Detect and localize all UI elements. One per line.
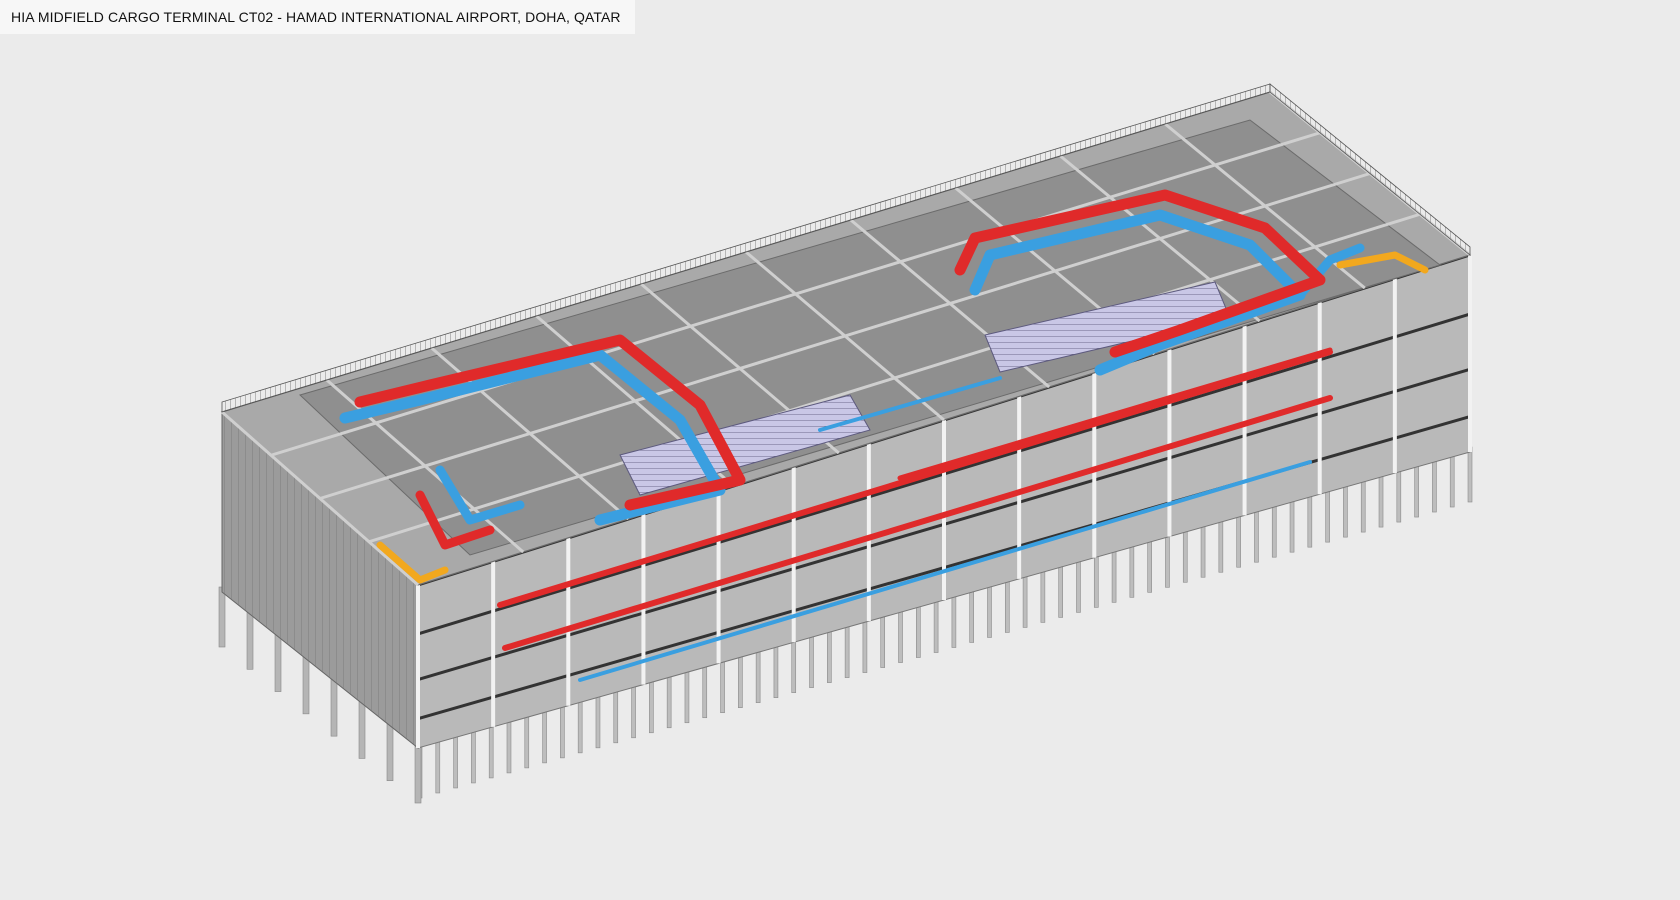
pile xyxy=(1325,486,1330,543)
pile xyxy=(1271,501,1277,558)
pile xyxy=(330,675,338,737)
pile xyxy=(809,632,814,688)
pile xyxy=(613,687,619,744)
pile xyxy=(631,682,636,739)
pile xyxy=(1182,526,1188,583)
pile xyxy=(1200,521,1206,578)
pile xyxy=(1076,557,1081,613)
pile xyxy=(358,698,366,759)
pile xyxy=(218,586,226,648)
pile xyxy=(720,657,725,714)
pile xyxy=(435,737,441,794)
pile xyxy=(302,653,310,715)
pile xyxy=(414,742,422,804)
pile xyxy=(1236,511,1241,568)
pile xyxy=(1396,466,1402,523)
pile xyxy=(524,712,530,769)
pile xyxy=(274,631,282,692)
isometric-building-model xyxy=(218,83,1473,804)
pile xyxy=(1040,567,1046,623)
pile xyxy=(1111,547,1117,603)
pile xyxy=(453,732,458,789)
pile xyxy=(844,622,850,678)
pile xyxy=(969,587,974,643)
pile xyxy=(560,702,565,759)
pile xyxy=(738,652,743,708)
pile xyxy=(471,727,476,784)
pile xyxy=(916,602,921,658)
pile xyxy=(1289,496,1295,553)
pile xyxy=(1307,491,1313,548)
pile xyxy=(1414,461,1419,518)
pile xyxy=(791,637,797,693)
pile xyxy=(577,697,583,754)
pile xyxy=(595,692,601,749)
pile xyxy=(755,647,761,703)
pile xyxy=(649,677,654,734)
pile xyxy=(987,582,992,638)
pile xyxy=(702,662,708,719)
pile xyxy=(1360,476,1366,533)
pile xyxy=(1254,506,1259,563)
pile xyxy=(1467,446,1473,503)
pile xyxy=(386,720,394,782)
pile xyxy=(933,597,939,653)
pile xyxy=(951,592,957,648)
pile xyxy=(1378,471,1384,528)
pile xyxy=(898,607,903,663)
pile xyxy=(684,667,690,724)
pile xyxy=(880,612,886,668)
pile xyxy=(1147,537,1152,593)
pile xyxy=(488,722,494,779)
pile xyxy=(862,617,868,673)
pile xyxy=(246,608,254,670)
pile xyxy=(1343,481,1348,538)
pile xyxy=(1432,456,1437,513)
pile xyxy=(506,717,512,774)
pile xyxy=(1058,562,1063,618)
pile xyxy=(666,672,672,729)
pile xyxy=(1449,451,1455,508)
pile xyxy=(1218,516,1224,573)
pile xyxy=(773,642,779,698)
pile xyxy=(542,707,547,764)
pile xyxy=(1004,577,1010,633)
pile xyxy=(1022,572,1028,628)
pile xyxy=(1129,542,1135,598)
pile xyxy=(1165,531,1170,588)
pile xyxy=(827,627,832,683)
pile xyxy=(1093,552,1099,608)
